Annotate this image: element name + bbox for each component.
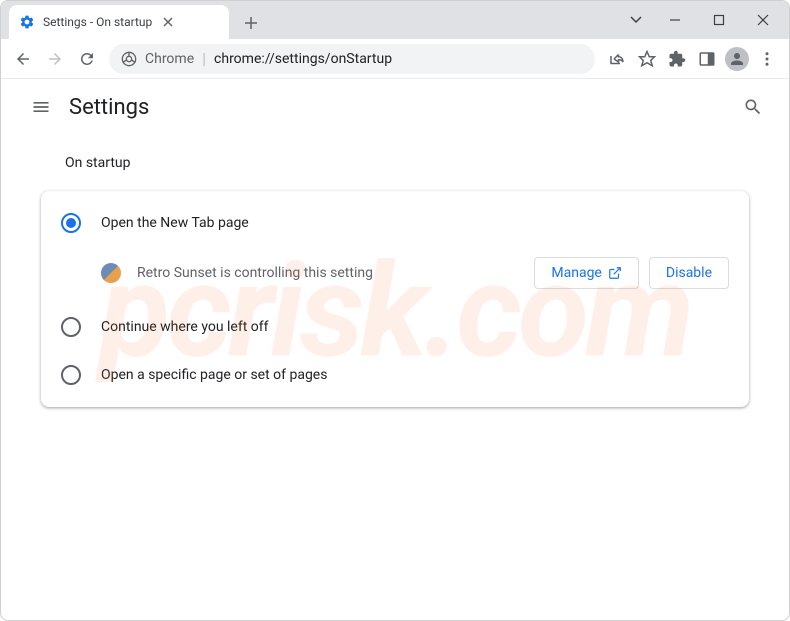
profile-avatar[interactable]	[723, 45, 751, 73]
manage-button[interactable]: Manage	[534, 257, 638, 289]
radio-icon	[61, 213, 81, 233]
menu-icon[interactable]	[753, 45, 781, 73]
tab-title: Settings - On startup	[43, 15, 152, 29]
radio-option-continue[interactable]: Continue where you left off	[41, 303, 749, 351]
search-icon[interactable]	[733, 87, 773, 127]
close-tab-icon[interactable]	[160, 14, 176, 30]
chrome-icon	[121, 51, 137, 67]
radio-label: Continue where you left off	[101, 319, 269, 335]
address-url: chrome://settings/onStartup	[214, 51, 392, 67]
hamburger-icon[interactable]	[17, 83, 65, 131]
address-separator: |	[202, 49, 206, 68]
titlebar: Settings - On startup	[1, 1, 789, 39]
forward-button[interactable]	[41, 45, 69, 73]
page-title: Settings	[69, 95, 149, 120]
settings-header: Settings	[1, 79, 789, 135]
content-area: On startup Open the New Tab page Retro S…	[1, 135, 789, 427]
startup-options-card: Open the New Tab page Retro Sunset is co…	[41, 191, 749, 407]
radio-icon	[61, 317, 81, 337]
maximize-button[interactable]	[697, 5, 741, 35]
extensions-icon[interactable]	[663, 45, 691, 73]
radio-icon	[61, 365, 81, 385]
radio-option-new-tab[interactable]: Open the New Tab page	[41, 199, 749, 247]
disable-button[interactable]: Disable	[649, 257, 729, 289]
back-button[interactable]	[9, 45, 37, 73]
manage-label: Manage	[551, 265, 601, 281]
bookmark-icon[interactable]	[633, 45, 661, 73]
disable-label: Disable	[666, 265, 712, 281]
tab-search-icon[interactable]	[619, 5, 653, 35]
extension-notice-text: Retro Sunset is controlling this setting	[137, 265, 518, 281]
address-bar[interactable]: Chrome | chrome://settings/onStartup	[109, 44, 595, 74]
radio-label: Open a specific page or set of pages	[101, 367, 327, 383]
minimize-button[interactable]	[653, 5, 697, 35]
extension-icon	[101, 263, 121, 283]
close-window-button[interactable]	[741, 5, 785, 35]
browser-tab[interactable]: Settings - On startup	[9, 5, 229, 39]
browser-toolbar: Chrome | chrome://settings/onStartup	[1, 39, 789, 79]
radio-label: Open the New Tab page	[101, 215, 249, 231]
radio-option-specific-page[interactable]: Open a specific page or set of pages	[41, 351, 749, 399]
open-external-icon	[608, 266, 622, 280]
new-tab-button[interactable]	[237, 9, 265, 37]
sidepanel-icon[interactable]	[693, 45, 721, 73]
section-title: On startup	[65, 155, 749, 171]
extension-notice: Retro Sunset is controlling this setting…	[41, 247, 749, 303]
address-label: Chrome	[145, 51, 194, 67]
gear-icon	[19, 14, 35, 30]
share-icon[interactable]	[603, 45, 631, 73]
reload-button[interactable]	[73, 45, 101, 73]
